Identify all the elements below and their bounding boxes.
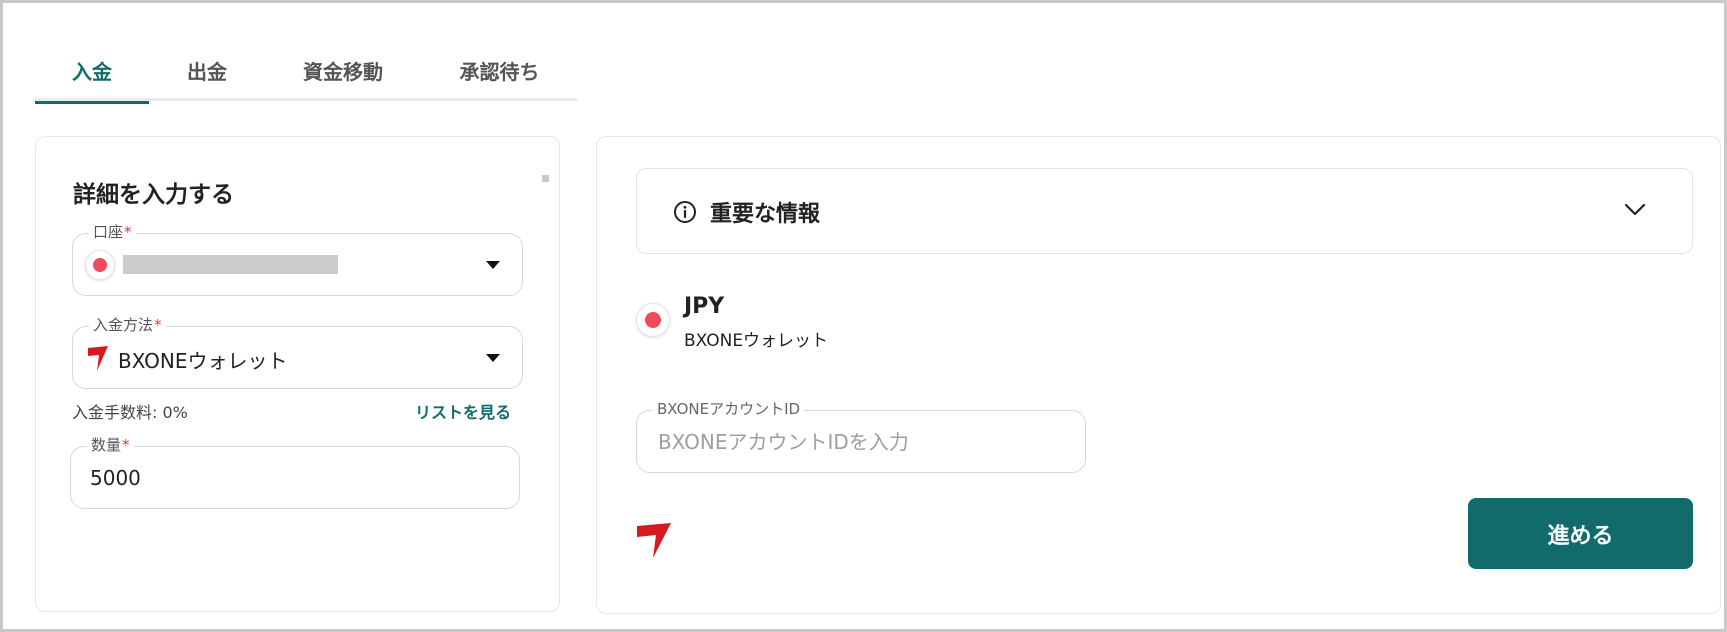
quantity-value[interactable]: 5000 — [90, 466, 141, 490]
proceed-button[interactable]: 進める — [1468, 498, 1693, 569]
deposit-method-label-text: 入金方法 — [93, 316, 154, 334]
transaction-tabs: 入金 出金 資金移動 承認待ち — [35, 39, 578, 104]
deposit-fee-text: 入金手数料: 0% — [72, 403, 188, 422]
important-info-panel[interactable]: 重要な情報 — [636, 168, 1693, 254]
tab-pending-approval[interactable]: 承認待ち — [421, 39, 578, 101]
dropdown-arrow-icon[interactable] — [486, 261, 500, 269]
bxone-account-id-field[interactable]: BXONEアカウントID — [636, 399, 1086, 473]
deposit-method-label: 入金方法* — [89, 315, 166, 335]
details-title: 詳細を入力する — [73, 182, 234, 208]
tab-fund-transfer[interactable]: 資金移動 — [265, 39, 421, 101]
scrollbar-thumb[interactable] — [542, 175, 549, 182]
important-info-title: 重要な情報 — [710, 202, 821, 227]
tab-withdrawal[interactable]: 出金 — [149, 39, 265, 101]
quantity-label-text: 数量 — [91, 436, 122, 454]
info-icon — [674, 201, 696, 223]
currency-status-dot — [636, 303, 670, 337]
required-mark: * — [124, 223, 132, 241]
dropdown-arrow-icon[interactable] — [486, 354, 500, 362]
required-mark: * — [122, 436, 130, 454]
bxone-account-id-input[interactable] — [638, 412, 1084, 471]
account-status-dot — [85, 250, 115, 280]
currency-method: BXONEウォレット — [684, 331, 829, 351]
quantity-label: 数量* — [87, 435, 134, 455]
window-frame: 入金 出金 資金移動 承認待ち 詳細を入力する 口座* 入金方法* BXONEウ… — [0, 0, 1727, 632]
account-select[interactable]: 口座* — [72, 222, 523, 296]
deposit-method-select[interactable]: 入金方法* BXONEウォレット — [72, 315, 523, 389]
deposit-method-value: BXONEウォレット — [118, 349, 288, 373]
required-mark: * — [154, 316, 162, 334]
bxone-logo-icon — [637, 523, 671, 558]
account-label: 口座* — [89, 222, 136, 242]
masked-account-value — [123, 255, 338, 274]
currency-code: JPY — [684, 294, 725, 319]
account-label-text: 口座 — [93, 223, 124, 241]
bxone-logo-icon — [88, 346, 108, 371]
view-list-link[interactable]: リストを見る — [415, 399, 511, 423]
quantity-field[interactable]: 数量* 5000 — [70, 435, 520, 509]
tab-deposit[interactable]: 入金 — [35, 39, 149, 104]
chevron-down-icon[interactable] — [1624, 203, 1646, 217]
